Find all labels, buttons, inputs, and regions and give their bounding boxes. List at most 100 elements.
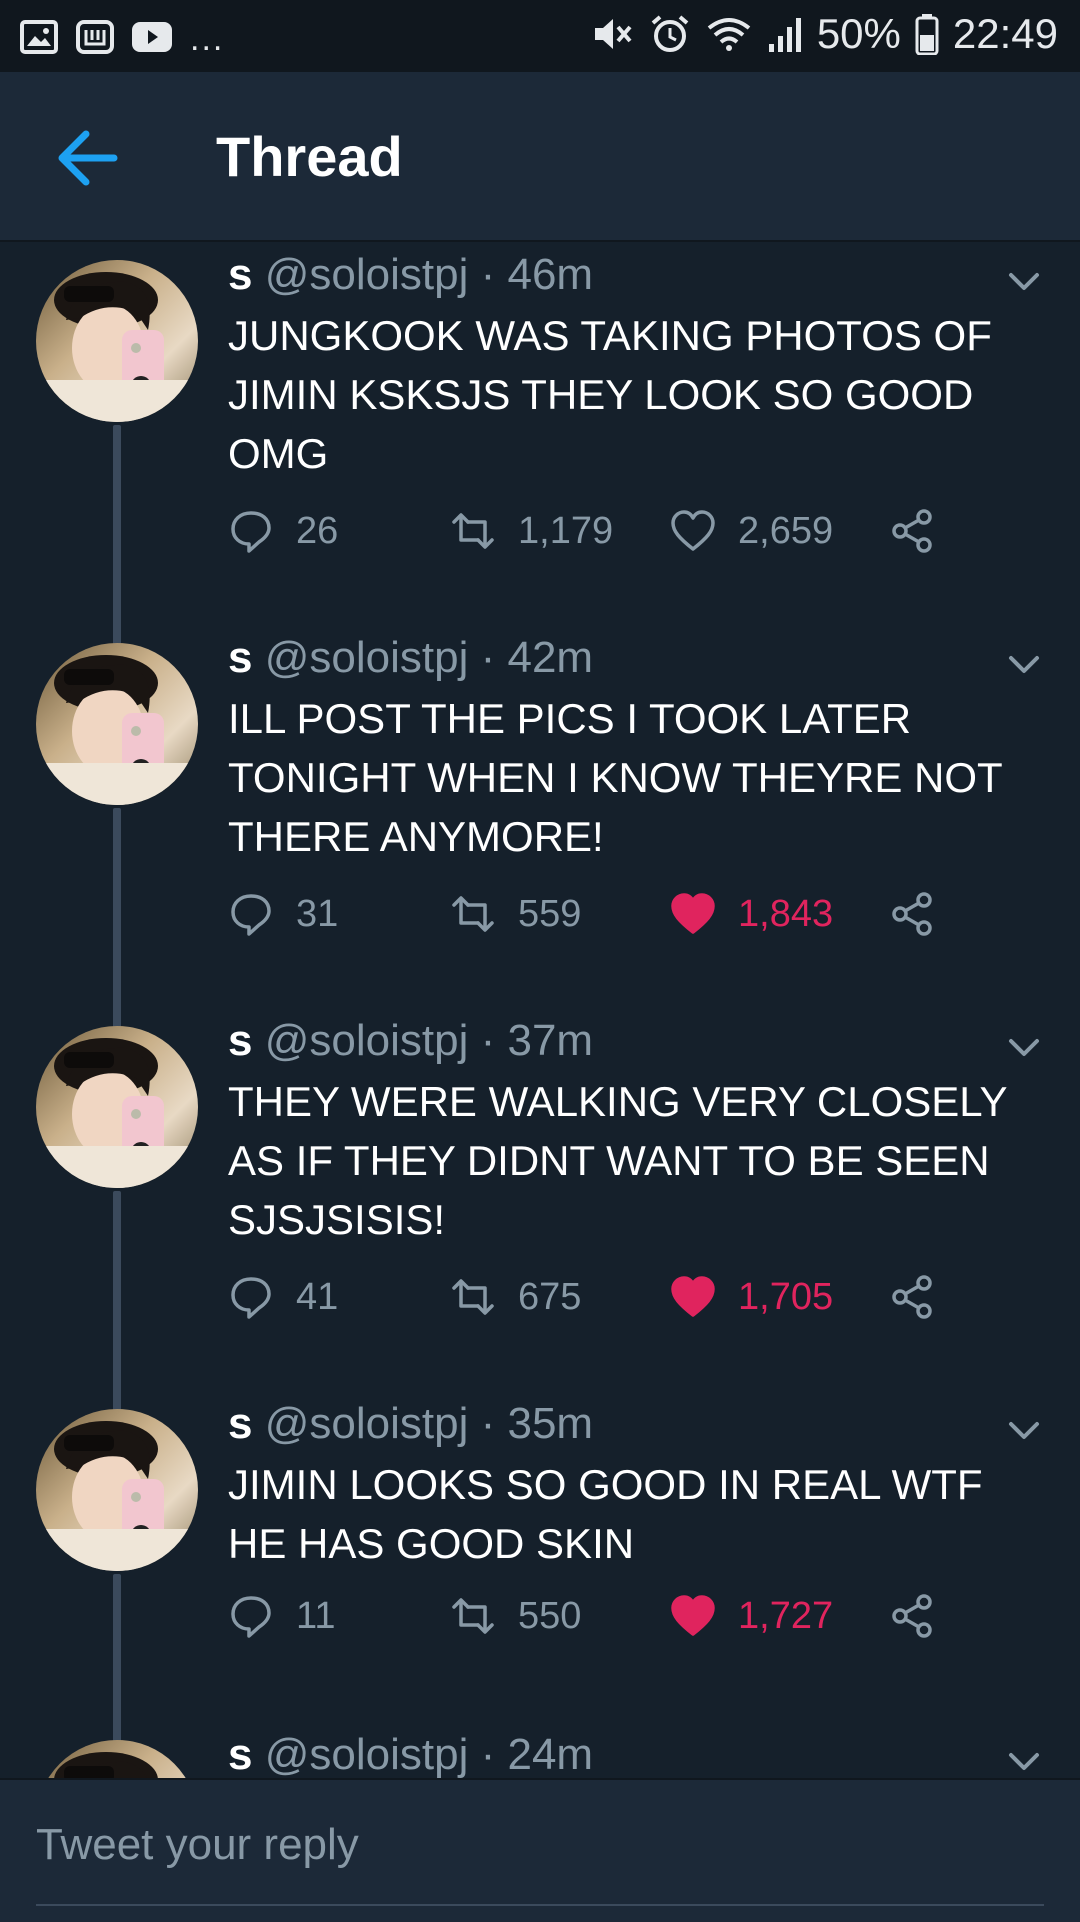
like-count: 1,843 <box>738 892 834 935</box>
tweet[interactable]: s @soloistpj · 37m THEY WERE WALKING VERY… <box>0 1016 1080 1511</box>
heart-icon <box>671 893 715 934</box>
reply-count: 31 <box>296 892 339 935</box>
reply-count: 41 <box>296 1275 339 1318</box>
battery-percent: 50% <box>816 10 901 57</box>
tweet[interactable]: s @soloistpj · 35m JIMIN LOOKS SO GOOD IN… <box>0 1399 1080 1834</box>
tweet-actions: 31 559 1,843 <box>228 891 988 951</box>
tweet-meta: s @soloistpj · 24m <box>228 1730 593 1780</box>
avatar[interactable] <box>36 1409 198 1571</box>
user-handle[interactable]: @soloistpj <box>265 1399 469 1448</box>
image-icon <box>20 19 58 54</box>
tweet-actions: 26 1,179 2,659 <box>228 508 988 568</box>
like-count: 1,705 <box>738 1275 834 1318</box>
timestamp: · 42m <box>480 633 594 682</box>
app-icon <box>76 19 114 54</box>
share-button[interactable] <box>890 1593 936 1639</box>
page-title: Thread <box>216 125 403 188</box>
avatar[interactable] <box>36 643 198 805</box>
youtube-icon <box>132 21 172 52</box>
signal-icon <box>768 18 801 52</box>
tweet-meta: s @soloistpj · 37m <box>228 1016 593 1066</box>
share-button[interactable] <box>890 891 936 937</box>
share-button[interactable] <box>890 1274 936 1320</box>
display-name[interactable]: s <box>228 633 252 682</box>
reply-underline <box>36 1904 1044 1906</box>
retweet-count: 550 <box>518 1594 582 1637</box>
tweet-text: JUNGKOOK WAS TAKING PHOTOS OF JIMIN KSKS… <box>228 312 992 477</box>
timestamp: · 35m <box>480 1399 594 1448</box>
reply-button[interactable]: 41 <box>228 1274 338 1320</box>
like-count: 2,659 <box>738 509 834 552</box>
retweet-icon <box>452 1598 494 1634</box>
battery-icon <box>915 14 939 55</box>
chevron-down-icon[interactable] <box>1008 272 1040 292</box>
avatar[interactable] <box>36 1026 198 1188</box>
tweet-actions: 11 550 1,727 <box>228 1593 988 1653</box>
timestamp: · 46m <box>480 250 594 299</box>
more-notifications-indicator: ... <box>190 20 225 58</box>
chevron-down-icon[interactable] <box>1008 655 1040 675</box>
status-bar: ... 50% 22:49 <box>0 0 1080 72</box>
alarm-icon <box>651 15 689 52</box>
tweet-actions: 41 675 1,705 <box>228 1274 988 1334</box>
retweet-count: 1,179 <box>518 509 614 552</box>
timestamp: · 24m <box>480 1730 594 1779</box>
retweet-icon <box>452 513 494 549</box>
share-icon <box>892 1275 932 1319</box>
chevron-down-icon[interactable] <box>1008 1421 1040 1441</box>
avatar[interactable] <box>36 260 198 422</box>
retweet-button[interactable]: 675 <box>450 1274 581 1320</box>
reply-count: 26 <box>296 509 339 552</box>
timestamp: · 37m <box>480 1016 594 1065</box>
reply-button[interactable]: 11 <box>228 1593 335 1639</box>
user-handle[interactable]: @soloistpj <box>265 633 469 682</box>
mute-icon <box>594 19 632 49</box>
reply-icon <box>231 511 271 553</box>
like-count: 1,727 <box>738 1594 834 1637</box>
app-header: Thread <box>0 72 1080 242</box>
tweet-meta: s @soloistpj · 42m <box>228 633 593 683</box>
reply-count: 11 <box>296 1594 336 1637</box>
display-name[interactable]: s <box>228 1399 252 1448</box>
display-name[interactable]: s <box>228 250 252 299</box>
reply-button[interactable]: 26 <box>228 508 338 554</box>
user-handle[interactable]: @soloistpj <box>265 1730 469 1779</box>
user-handle[interactable]: @soloistpj <box>265 1016 469 1065</box>
user-handle[interactable]: @soloistpj <box>265 250 469 299</box>
chevron-down-icon[interactable] <box>1008 1038 1040 1058</box>
share-button[interactable] <box>890 508 936 554</box>
reply-icon <box>231 1277 271 1319</box>
chevron-down-icon[interactable] <box>1008 1752 1040 1772</box>
share-icon <box>892 892 932 936</box>
like-button[interactable]: 1,705 <box>670 1274 833 1320</box>
like-button[interactable]: 2,659 <box>670 508 833 554</box>
retweet-icon <box>452 1279 494 1315</box>
tweet-meta: s @soloistpj · 35m <box>228 1399 593 1449</box>
reply-composer <box>0 1778 1080 1922</box>
clock: 22:49 <box>952 10 1058 57</box>
retweet-icon <box>452 896 494 932</box>
retweet-button[interactable]: 1,179 <box>450 508 613 554</box>
back-arrow-icon[interactable] <box>58 130 118 186</box>
reply-icon <box>231 1596 271 1638</box>
tweet[interactable]: s @soloistpj · 42m ILL POST THE PICS I TO… <box>0 633 1080 1128</box>
retweet-button[interactable]: 559 <box>450 891 581 937</box>
display-name[interactable]: s <box>228 1016 252 1065</box>
retweet-count: 675 <box>518 1275 582 1318</box>
reply-button[interactable]: 31 <box>228 891 338 937</box>
share-icon <box>892 1594 932 1638</box>
retweet-count: 559 <box>518 892 582 935</box>
display-name[interactable]: s <box>228 1730 252 1779</box>
tweet[interactable]: s @soloistpj · 46m JUNGKOOK WAS TAKING PH… <box>0 250 1080 745</box>
heart-icon <box>671 1276 715 1317</box>
retweet-button[interactable]: 550 <box>450 1593 581 1639</box>
heart-icon <box>671 510 715 551</box>
share-icon <box>892 509 932 553</box>
tweet-text: THEY WERE WALKING VERY CLOSELY AS IF THE… <box>228 1078 1007 1243</box>
heart-icon <box>671 1595 715 1636</box>
like-button[interactable]: 1,843 <box>670 891 833 937</box>
like-button[interactable]: 1,727 <box>670 1593 833 1639</box>
wifi-icon <box>707 18 751 51</box>
tweet-text: JIMIN LOOKS SO GOOD IN REAL WTF HE HAS G… <box>228 1461 983 1567</box>
reply-input[interactable] <box>36 1820 1036 1870</box>
